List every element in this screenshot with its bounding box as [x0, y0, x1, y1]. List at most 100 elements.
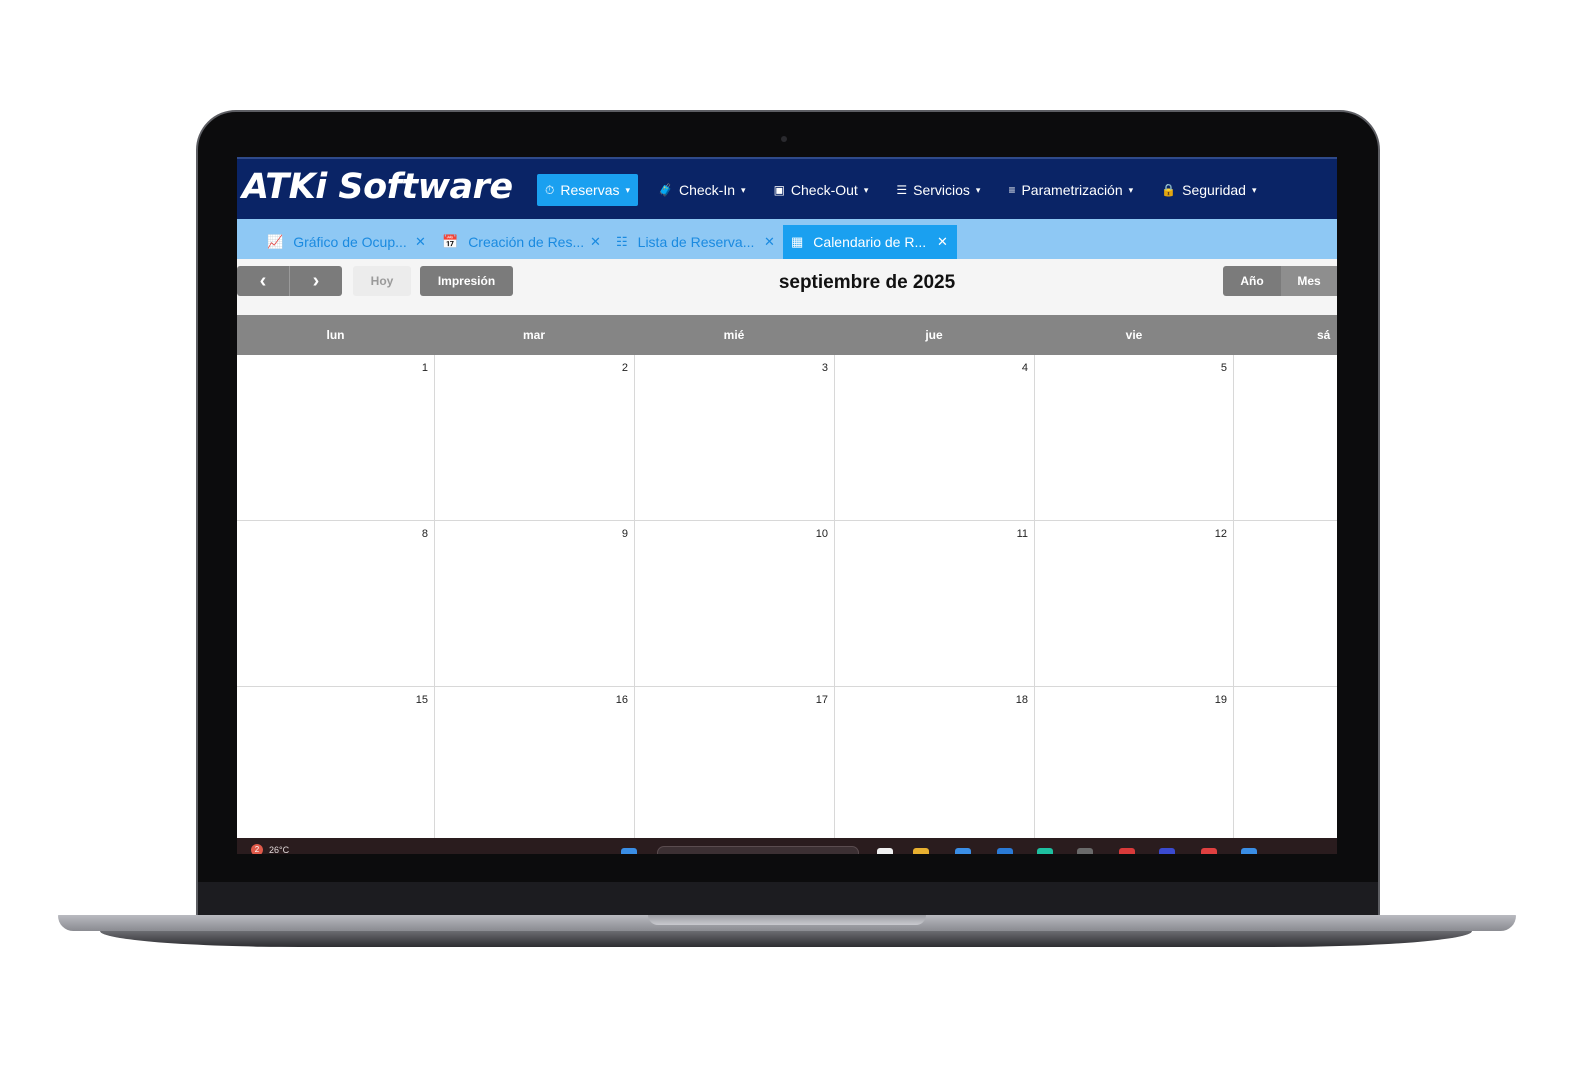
- line-chart-icon: 📈: [267, 234, 284, 249]
- day-cell[interactable]: 12: [1035, 521, 1234, 687]
- id-card-icon: ▣: [773, 183, 785, 197]
- os-taskbar: 2 26°C: [237, 838, 1337, 854]
- day-cell[interactable]: [1234, 355, 1337, 521]
- sliders-icon: ≡: [1008, 183, 1016, 197]
- tab-creacion-reserva[interactable]: 📅 Creación de Res... ✕: [442, 225, 602, 259]
- app-icon[interactable]: [1241, 848, 1257, 854]
- chrome-icon[interactable]: [1119, 848, 1135, 854]
- stopwatch-icon: ⏱: [545, 182, 555, 197]
- nav-label: Servicios: [913, 182, 970, 198]
- nav-label: Parametrización: [1021, 182, 1123, 198]
- day-number: 17: [815, 694, 828, 706]
- chevron-down-icon: ▾: [1128, 184, 1134, 195]
- day-number: 11: [1016, 528, 1028, 540]
- day-cell[interactable]: [1234, 521, 1337, 687]
- tab-grafico-ocupacion[interactable]: 📈 Gráfico de Ocup... ✕: [267, 225, 427, 259]
- weather-widget[interactable]: 2 26°C: [251, 844, 289, 854]
- next-button[interactable]: ›: [290, 266, 342, 296]
- weekday-name: mar: [522, 328, 545, 342]
- windows-start-icon[interactable]: [621, 848, 637, 854]
- edge-icon[interactable]: [997, 848, 1013, 854]
- file-explorer-icon[interactable]: [913, 848, 929, 854]
- tab-label: Gráfico de Ocup...: [293, 234, 407, 250]
- day-cell[interactable]: 11: [835, 521, 1035, 687]
- nav-seguridad[interactable]: 🔒 Seguridad ▾: [1153, 174, 1264, 206]
- day-number: 2: [621, 362, 628, 374]
- day-number: 10: [815, 528, 828, 540]
- month-view-button[interactable]: Mes: [1281, 266, 1337, 296]
- close-icon[interactable]: ✕: [590, 234, 601, 250]
- day-cell[interactable]: 19: [1035, 687, 1234, 854]
- nav-check-in[interactable]: 🧳 Check-In ▾: [650, 174, 754, 206]
- nav-label: Check-Out: [790, 182, 858, 198]
- close-icon[interactable]: ✕: [937, 234, 948, 250]
- day-number: 19: [1214, 694, 1227, 706]
- day-cell[interactable]: 8: [237, 521, 435, 687]
- app-screen: ATKi Software ⏱ Reservas ▾ 🧳 Check-In ▾ …: [237, 157, 1337, 854]
- app-icon[interactable]: [1201, 848, 1217, 854]
- task-view-icon[interactable]: [877, 848, 893, 854]
- nav-parametrizacion[interactable]: ≡ Parametrización ▾: [1000, 174, 1141, 206]
- chevron-down-icon: ▾: [863, 184, 869, 195]
- day-number: 15: [415, 694, 428, 706]
- tab-label: Creación de Res...: [468, 234, 585, 250]
- day-cell[interactable]: 5: [1035, 355, 1234, 521]
- tab-bar: 📈 Gráfico de Ocup... ✕ 📅 Creación de Res…: [237, 219, 1337, 259]
- tab-label: Lista de Reserva...: [637, 234, 755, 250]
- calendar-toolbar: ‹ › Hoy Impresión septiembre de 2025 Año…: [237, 259, 1337, 315]
- day-number: 9: [621, 528, 628, 540]
- day-cell[interactable]: 1: [237, 355, 435, 521]
- app-icon[interactable]: [1077, 848, 1093, 854]
- app-logo[interactable]: ATKi Software: [242, 167, 513, 207]
- day-number: 1: [421, 362, 428, 374]
- chevron-down-icon: ▾: [1251, 184, 1257, 195]
- close-icon[interactable]: ✕: [415, 234, 426, 250]
- day-number: 4: [1021, 362, 1028, 374]
- tab-lista-reservas[interactable]: ☷ Lista de Reserva... ✕: [616, 225, 776, 259]
- weekday-name: vie: [1125, 328, 1143, 342]
- tab-label: Calendario de R...: [813, 234, 927, 250]
- day-cell[interactable]: 3: [635, 355, 835, 521]
- calendar-check-icon: 📅: [442, 234, 459, 249]
- luggage-icon: 🧳: [658, 183, 673, 197]
- weather-temp: 26°C: [269, 845, 290, 854]
- print-button[interactable]: Impresión: [420, 266, 513, 296]
- day-cell[interactable]: 15: [237, 687, 435, 854]
- day-cell[interactable]: 16: [435, 687, 635, 854]
- laptop-chin: [198, 882, 1378, 918]
- day-cell[interactable]: 18: [835, 687, 1035, 854]
- chevron-down-icon: ▾: [741, 184, 746, 195]
- app-icon[interactable]: [1159, 848, 1175, 854]
- weekday-name: sá: [1317, 328, 1331, 342]
- day-cell[interactable]: 10: [635, 521, 835, 687]
- day-cell[interactable]: 2: [435, 355, 635, 521]
- day-cell[interactable]: 17: [635, 687, 835, 854]
- close-icon[interactable]: ✕: [764, 234, 775, 250]
- nav-label: Reservas: [560, 182, 620, 198]
- webcam: [781, 136, 787, 142]
- weekday-header: lun mar mié jue vie sá: [237, 315, 1337, 355]
- chevron-down-icon: ▾: [975, 184, 981, 195]
- day-cell[interactable]: 4: [835, 355, 1035, 521]
- nav-label: Seguridad: [1182, 182, 1246, 198]
- taskbar-search-input[interactable]: [657, 846, 859, 854]
- day-cell[interactable]: [1234, 687, 1337, 854]
- today-button[interactable]: Hoy: [353, 266, 411, 296]
- year-view-button[interactable]: Año: [1223, 266, 1281, 296]
- calendar-icon: ▦: [791, 234, 804, 249]
- app-icon[interactable]: [1037, 848, 1053, 854]
- server-icon: ☰: [896, 183, 908, 197]
- tab-calendario-reservas[interactable]: ▦ Calendario de R... ✕: [783, 225, 957, 259]
- chevron-down-icon: ▾: [625, 184, 631, 195]
- day-number: 5: [1220, 362, 1227, 374]
- prev-button[interactable]: ‹: [237, 266, 289, 296]
- nav-check-out[interactable]: ▣ Check-Out ▾: [766, 174, 877, 206]
- day-number: 8: [421, 528, 428, 540]
- day-number: 3: [821, 362, 828, 374]
- day-cell[interactable]: 9: [435, 521, 635, 687]
- weekday-name: lun: [326, 328, 345, 342]
- weekday-name: jue: [925, 328, 943, 342]
- store-icon[interactable]: [955, 848, 971, 854]
- nav-reservas[interactable]: ⏱ Reservas ▾: [537, 174, 639, 206]
- nav-servicios[interactable]: ☰ Servicios ▾: [888, 174, 988, 206]
